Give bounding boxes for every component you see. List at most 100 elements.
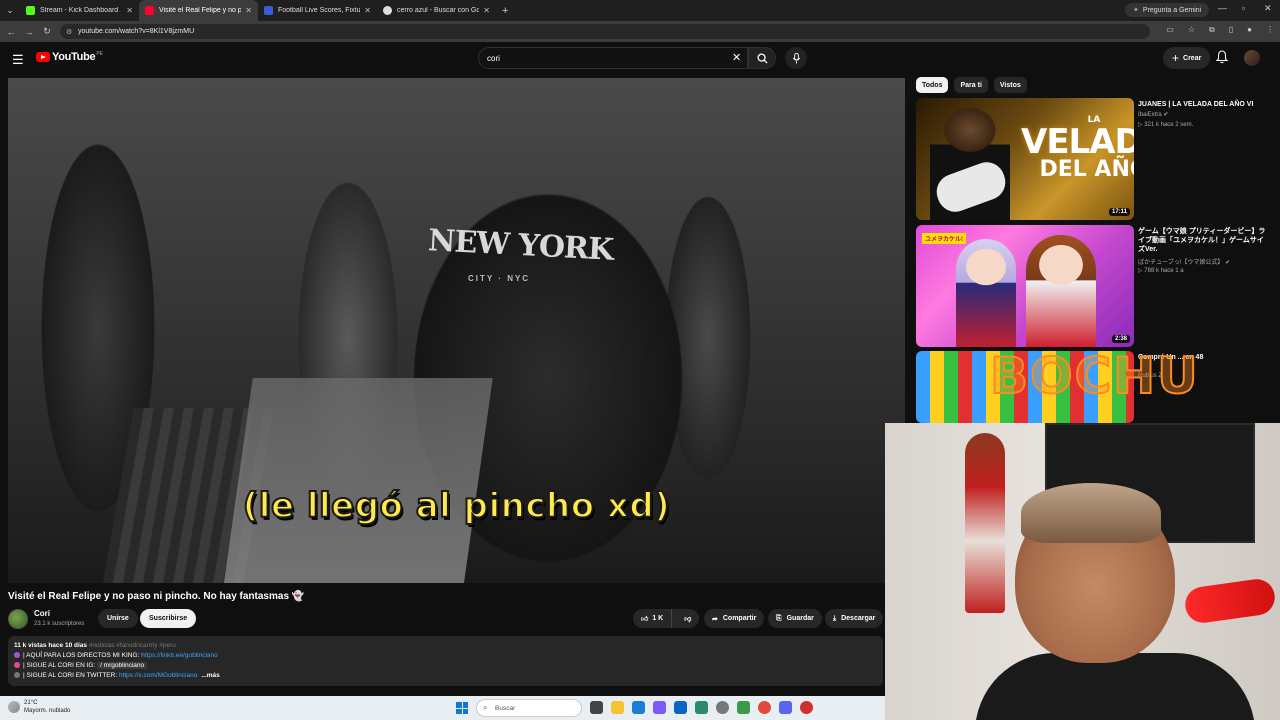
show-more-button[interactable]: ...más <box>201 672 219 679</box>
video-title: Visité el Real Felipe y no paso ni pinch… <box>8 591 305 602</box>
webcam-overlay <box>885 423 1280 720</box>
description-line: | AQUÍ PARA LOS DIRECTOS MI KING: https:… <box>14 651 877 661</box>
description-line: | SIGUE AL CORI EN TWITTER: https://x.co… <box>14 671 877 681</box>
tab-title: Stream - Kick Dashboard <box>40 7 119 14</box>
clear-search-icon[interactable]: ✕ <box>732 51 741 64</box>
subscribe-button[interactable]: Suscribirse <box>140 609 197 628</box>
recommended-channel[interactable]: ぱかチューブっ!【ウマ娘公式】 ✔ <box>1138 257 1230 266</box>
thumbnail-text-mid: VELADA <box>1021 122 1134 162</box>
thumbnail-text-bot: DEL AÑO <box>1039 157 1134 182</box>
app-icon[interactable] <box>716 701 729 714</box>
copilot-icon[interactable] <box>653 701 666 714</box>
share-label: Compartir <box>722 615 757 622</box>
recommended-title[interactable]: ゲーム【ウマ娘 プリティーダービー】ライブ動画「ユメヲカケル！」ゲームサイズVe… <box>1138 227 1268 254</box>
tab-search-icon[interactable]: ⌄ <box>0 0 20 21</box>
tab-title: cerro azul - Buscar con Google <box>397 7 480 14</box>
profile-icon[interactable]: ● <box>1247 25 1252 35</box>
video-description[interactable]: 11 k vistas hace 10 días #noticias #fano… <box>8 636 883 686</box>
close-tab-icon[interactable]: ✕ <box>245 6 252 15</box>
filter-chips: Todos Para ti Vistos <box>916 77 1027 93</box>
new-tab-icon[interactable]: + <box>502 5 508 17</box>
site-info-icon[interactable]: ⚙ <box>66 28 72 36</box>
search-icon: ⌕ <box>483 703 488 712</box>
hamburger-menu-icon[interactable]: ☰ <box>12 52 24 68</box>
like-button[interactable]: 👍︎ 1 K <box>633 609 673 628</box>
chip-todos[interactable]: Todos <box>916 77 949 93</box>
restore-icon[interactable]: ▫ <box>1242 3 1245 13</box>
stream-overlay-logo: BOCHU <box>989 346 1200 406</box>
bookmark-icon: ⎘ <box>776 614 782 622</box>
browser-tab-google[interactable]: cerro azul - Buscar con Google ✕ <box>377 0 496 21</box>
video-player[interactable]: NEW YORK CITY · NYC (le llegó al pincho … <box>8 78 905 583</box>
description-text: | AQUÍ PARA LOS DIRECTOS MI KING: <box>23 652 142 659</box>
chrome-icon[interactable] <box>758 701 771 714</box>
gemini-button[interactable]: ✦ Pregunta a Gemini <box>1125 3 1210 17</box>
youtube-logo[interactable]: YouTube PE <box>36 51 103 63</box>
share-button[interactable]: ➦ Compartir <box>704 609 765 628</box>
close-tab-icon[interactable]: ✕ <box>126 6 133 15</box>
thumbnail-banner: ユメヲカケル! <box>922 233 966 244</box>
minimize-icon[interactable]: — <box>1218 3 1227 13</box>
subscriber-count: 23.1 k suscriptores <box>34 621 85 627</box>
sidepanel-icon[interactable]: ▯ <box>1229 25 1233 35</box>
country-code: PE <box>96 51 103 57</box>
recommended-video[interactable]: ユメヲカケル! 2:38 ゲーム【ウマ娘 プリティーダービー】ライブ動画「ユメヲ… <box>916 225 1276 347</box>
channel-name[interactable]: Cori <box>34 609 50 618</box>
save-button[interactable]: ⎘ Guardar <box>768 609 822 628</box>
app-icon[interactable] <box>737 701 750 714</box>
edge-icon[interactable] <box>674 701 687 714</box>
voice-search-button[interactable] <box>785 47 807 69</box>
instagram-link-chip[interactable]: / mrgoblinciano <box>97 662 148 669</box>
window-close-icon[interactable]: ✕ <box>1264 3 1272 14</box>
dislike-button[interactable]: 👎︎ <box>677 609 698 628</box>
address-bar[interactable]: ⚙ youtube.com/watch?v=8Kl1V8jzmMU <box>60 24 1150 39</box>
recommended-channel[interactable]: IbaiExtra ✔ <box>1138 111 1168 118</box>
search-input[interactable]: cori <box>478 47 748 69</box>
thumbnail-text: LA VELADA DEL AÑO <box>1021 116 1134 181</box>
recommended-title[interactable]: JUANES | LA VELADA DEL AÑO VI <box>1138 100 1268 109</box>
tab-title: Football Live Scores, Fixtures & <box>278 7 361 14</box>
app-icon[interactable] <box>800 701 813 714</box>
recommended-video[interactable]: LA VELADA DEL AÑO 17:11 JUANES | LA VELA… <box>916 98 1276 220</box>
browser-tab-football[interactable]: Football Live Scores, Fixtures & ✕ <box>258 0 377 21</box>
channel-label: IbaiExtra <box>1138 112 1162 118</box>
discord-icon[interactable] <box>779 701 792 714</box>
linktree-link[interactable]: https://linktr.ee/goblinciano <box>141 652 218 659</box>
join-button[interactable]: Unirse <box>98 609 138 628</box>
reload-icon[interactable]: ↻ <box>38 26 56 37</box>
channel-label: ぱかチューブっ!【ウマ娘公式】 <box>1138 260 1224 266</box>
hashtags[interactable]: #noticias #fanodricarmy #peru <box>89 642 176 649</box>
close-tab-icon[interactable]: ✕ <box>364 6 371 15</box>
close-tab-icon[interactable]: ✕ <box>483 6 490 15</box>
recommended-stats: ▷ 788 k hace 1 a <box>1138 268 1184 274</box>
file-explorer-icon[interactable] <box>611 701 624 714</box>
channel-avatar[interactable] <box>8 609 28 629</box>
extensions-icon[interactable]: ⧉ <box>1209 25 1215 35</box>
browser-tab-kick[interactable]: Stream - Kick Dashboard ✕ <box>20 0 139 21</box>
task-view-icon[interactable] <box>590 701 603 714</box>
create-button[interactable]: + Crear <box>1163 47 1211 69</box>
chip-vistos[interactable]: Vistos <box>993 77 1027 93</box>
browser-menu-icon[interactable]: ⋮ <box>1266 25 1274 35</box>
chip-para-ti[interactable]: Para ti <box>954 77 988 93</box>
start-windows-icon[interactable] <box>456 702 468 714</box>
weather-widget[interactable]: 21°C Mayorm. nublado <box>8 699 70 715</box>
back-icon[interactable]: ← <box>2 27 20 37</box>
download-button[interactable]: ⤓ Descargar <box>825 609 884 628</box>
search-button[interactable] <box>748 47 776 69</box>
app-icon[interactable] <box>695 701 708 714</box>
cast-icon[interactable]: ▭ <box>1166 25 1174 35</box>
video-caption-overlay: (le llegó al pincho xd) <box>242 485 671 527</box>
twitter-link[interactable]: https://x.com/MGoblinciano <box>119 672 197 679</box>
emoji-dot-icon <box>14 662 20 668</box>
notifications-bell-icon[interactable] <box>1216 50 1228 64</box>
video-thumbnail[interactable]: LA VELADA DEL AÑO 17:11 <box>916 98 1134 220</box>
forward-icon[interactable]: → <box>20 27 38 37</box>
bookmark-star-icon[interactable]: ☆ <box>1188 25 1195 35</box>
taskbar-search[interactable]: ⌕ Buscar <box>476 699 582 717</box>
store-icon[interactable] <box>632 701 645 714</box>
user-avatar[interactable] <box>1244 50 1260 66</box>
video-thumbnail[interactable]: ユメヲカケル! 2:38 <box>916 225 1134 347</box>
browser-tab-youtube[interactable]: Visité el Real Felipe y no paso n ✕ <box>139 0 258 21</box>
stats-label: 788 k hace 1 a <box>1144 268 1184 274</box>
